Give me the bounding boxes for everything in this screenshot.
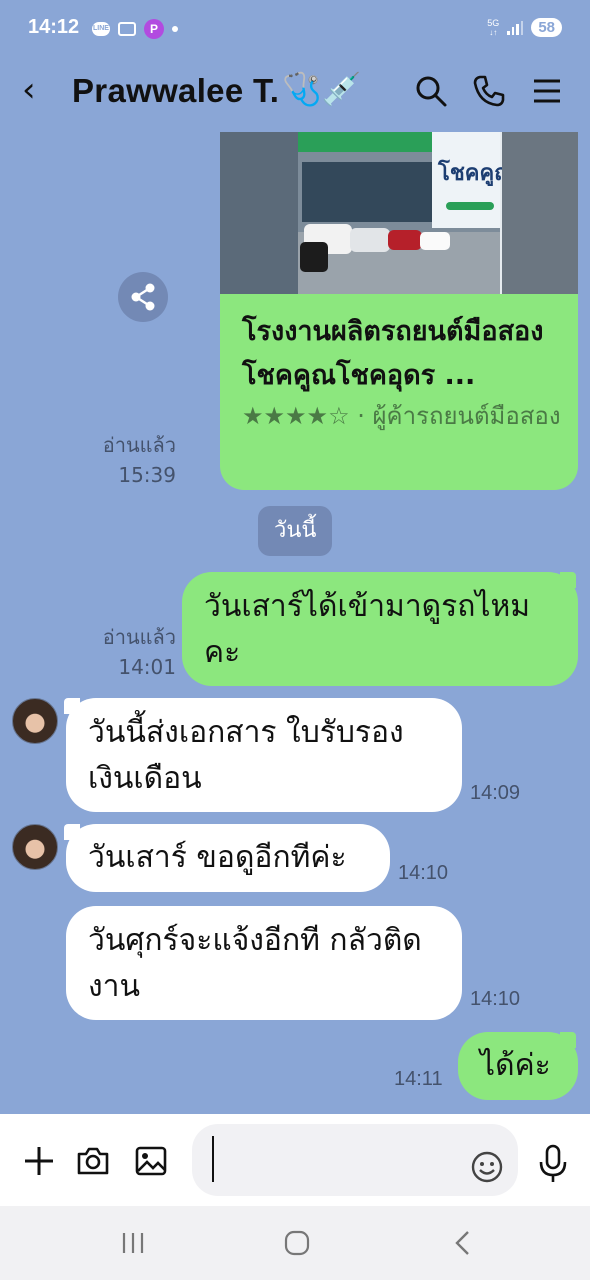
message-time: 14:11 xyxy=(394,1068,443,1090)
app-notification-icon: P xyxy=(144,19,164,39)
message-time: 14:09 xyxy=(470,782,521,804)
network-indicator: 5G ↓↑ xyxy=(487,17,500,37)
message-text: วันเสาร์ได้เข้ามาดูรถไหมคะ xyxy=(204,589,531,670)
message-time: 14:10 xyxy=(470,988,521,1010)
mic-icon[interactable] xyxy=(536,1144,570,1184)
search-icon[interactable] xyxy=(414,74,448,108)
message-text: วันนี้ส่งเอกสาร ใบรับรองเงินเดือน xyxy=(88,715,404,796)
avatar[interactable] xyxy=(12,698,58,744)
image-icon[interactable] xyxy=(134,1144,168,1178)
status-time: 14:12 xyxy=(28,16,80,38)
share-icon xyxy=(131,283,155,311)
signal-icon xyxy=(507,20,524,35)
message-time: 14:01 xyxy=(118,655,176,679)
link-preview-image[interactable]: โชคคูณ xyxy=(220,132,578,294)
nav-back-icon[interactable] xyxy=(448,1228,478,1258)
message-text: วันศุกร์จะแจ้งอีกที กลัวติดงาน xyxy=(88,923,422,1004)
message-time: 14:10 xyxy=(398,862,449,884)
system-nav-bar xyxy=(0,1206,590,1280)
notification-icons: LINE P xyxy=(92,19,178,39)
read-receipt: อ่านแล้ว 14:01 xyxy=(90,622,176,682)
link-preview-title: โรงงานผลิตรถยนต์มือสอง โชคคูณโชคอุดร ... xyxy=(242,316,544,391)
plus-icon[interactable] xyxy=(22,1144,56,1178)
message-text: วันเสาร์ ขอดูอีกทีค่ะ xyxy=(88,840,347,875)
menu-icon[interactable] xyxy=(530,74,564,108)
message-text: ได้ค่ะ xyxy=(480,1048,551,1083)
link-preview-category: · ผู้ค้ารถยนต์มือสอง xyxy=(357,402,561,430)
chat-area[interactable]: อ่านแล้ว 15:39 โชคคูณ โรงงานผลิตรถยนต์มื… xyxy=(0,132,590,1114)
rating-stars: ★★★★☆ xyxy=(242,402,350,430)
showroom-photo: โชคคูณ xyxy=(220,132,578,294)
share-button[interactable] xyxy=(118,272,168,322)
chat-title[interactable]: Prawwalee T. xyxy=(72,72,279,110)
incoming-message[interactable]: วันเสาร์ ขอดูอีกทีค่ะ xyxy=(66,824,390,892)
title-emoji: 🩺💉 xyxy=(282,70,362,108)
outgoing-message[interactable]: วันเสาร์ได้เข้ามาดูรถไหมคะ xyxy=(182,572,578,686)
link-preview-subtitle: ★★★★☆ · ผู้ค้ารถยนต์มือสอง xyxy=(242,396,567,436)
emoji-icon[interactable] xyxy=(470,1150,504,1184)
read-receipt: อ่านแล้ว 15:39 xyxy=(90,430,176,490)
more-notifications-icon xyxy=(172,26,178,32)
recents-icon[interactable] xyxy=(118,1228,148,1258)
screenshot-notification-icon xyxy=(118,22,136,36)
date-divider: วันนี้ xyxy=(258,506,333,556)
line-notification-icon: LINE xyxy=(92,22,110,36)
message-input-bar xyxy=(0,1114,590,1206)
avatar[interactable] xyxy=(12,824,58,870)
incoming-message[interactable]: วันนี้ส่งเอกสาร ใบรับรองเงินเดือน xyxy=(66,698,462,812)
home-icon[interactable] xyxy=(282,1228,312,1258)
phone-icon[interactable] xyxy=(472,74,506,108)
text-cursor xyxy=(212,1136,214,1182)
outgoing-message[interactable]: ได้ค่ะ xyxy=(458,1032,578,1100)
incoming-message[interactable]: วันศุกร์จะแจ้งอีกที กลัวติดงาน xyxy=(66,906,462,1020)
status-right: 5G ↓↑ 58 xyxy=(487,18,562,37)
link-preview-card[interactable]: โชคคูณ โรงงานผลิตรถยนต์มือสอง โชคคูณโชคอ… xyxy=(220,132,578,490)
chat-header: ‹ Prawwalee T. 🩺💉 xyxy=(0,50,590,132)
back-icon[interactable]: ‹ xyxy=(22,72,36,108)
battery-indicator: 58 xyxy=(531,18,562,37)
status-bar: 14:12 LINE P 5G ↓↑ 58 xyxy=(0,0,590,50)
message-time: 15:39 xyxy=(118,463,176,487)
camera-icon[interactable] xyxy=(76,1144,110,1178)
read-label: อ่านแล้ว xyxy=(102,433,176,457)
read-label: อ่านแล้ว xyxy=(102,625,176,649)
network-type: 5G xyxy=(487,17,500,28)
